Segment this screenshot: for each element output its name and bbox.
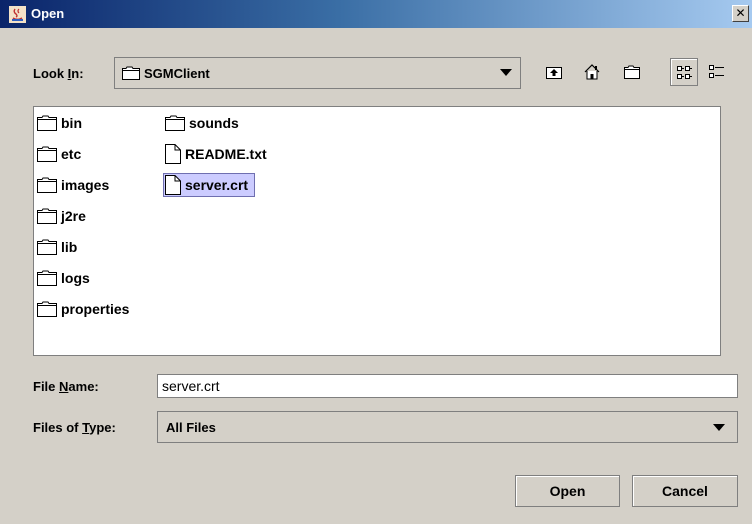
details-view-icon (709, 65, 724, 78)
folder-item[interactable]: images (37, 173, 109, 197)
look-in-combo[interactable]: SGMClient (114, 57, 521, 89)
file-name-label: File Name: (33, 379, 99, 394)
file-icon (165, 175, 181, 195)
item-label: lib (61, 239, 78, 255)
folder-icon (37, 301, 57, 317)
folder-icon (37, 177, 57, 193)
item-label: etc (61, 146, 82, 162)
cancel-button[interactable]: Cancel (632, 475, 738, 507)
details-view-button[interactable] (703, 58, 731, 86)
folder-icon (37, 208, 57, 224)
close-icon: ✕ (735, 6, 746, 20)
item-label: images (61, 177, 110, 193)
item-label: j2re (61, 208, 86, 224)
file-item[interactable]: server.crt (163, 173, 256, 197)
folder-item[interactable]: bin (37, 111, 82, 135)
java-app-icon (9, 6, 26, 23)
files-of-type-combo[interactable]: All Files (157, 411, 738, 443)
folder-item[interactable]: sounds (165, 111, 239, 135)
folder-icon (122, 66, 140, 80)
chevron-down-icon (500, 69, 512, 76)
item-label: README.txt (185, 146, 267, 162)
files-of-type-value: All Files (166, 420, 216, 435)
item-label: logs (61, 270, 90, 286)
close-button[interactable]: ✕ (732, 5, 749, 22)
item-label: server.crt (185, 177, 249, 193)
folder-item[interactable]: etc (37, 142, 81, 166)
home-icon (584, 64, 600, 80)
look-in-value: SGMClient (144, 66, 210, 81)
up-folder-icon (546, 67, 562, 79)
folder-item[interactable]: logs (37, 266, 90, 290)
chevron-down-icon (713, 424, 725, 431)
new-folder-button[interactable] (618, 58, 646, 86)
files-of-type-label: Files of Type: (33, 420, 116, 435)
folder-icon (37, 146, 57, 162)
item-label: sounds (189, 115, 239, 131)
folder-icon (37, 239, 57, 255)
folder-icon (37, 115, 57, 131)
folder-item[interactable]: lib (37, 235, 77, 259)
list-view-button[interactable] (670, 58, 698, 86)
folder-item[interactable]: j2re (37, 204, 86, 228)
file-name-input[interactable] (157, 374, 738, 398)
file-item[interactable]: README.txt (165, 142, 267, 166)
open-button[interactable]: Open (515, 475, 620, 507)
folder-item[interactable]: properties (37, 297, 129, 321)
open-dialog: Open ✕ Look In: SGMClient bin etc images… (0, 0, 752, 524)
file-list[interactable]: bin etc images j2re lib logs properties sounds R… (33, 106, 721, 356)
up-folder-button[interactable] (540, 58, 568, 86)
item-label: bin (61, 115, 82, 131)
new-folder-icon (624, 65, 640, 79)
look-in-label: Look In: (33, 66, 84, 81)
folder-icon (165, 115, 185, 131)
title-bar[interactable]: Open ✕ (0, 0, 752, 28)
list-view-icon (677, 66, 692, 79)
folder-icon (37, 270, 57, 286)
item-label: properties (61, 301, 130, 317)
window-title: Open (31, 6, 65, 21)
home-button[interactable] (578, 58, 606, 86)
file-icon (165, 144, 181, 164)
